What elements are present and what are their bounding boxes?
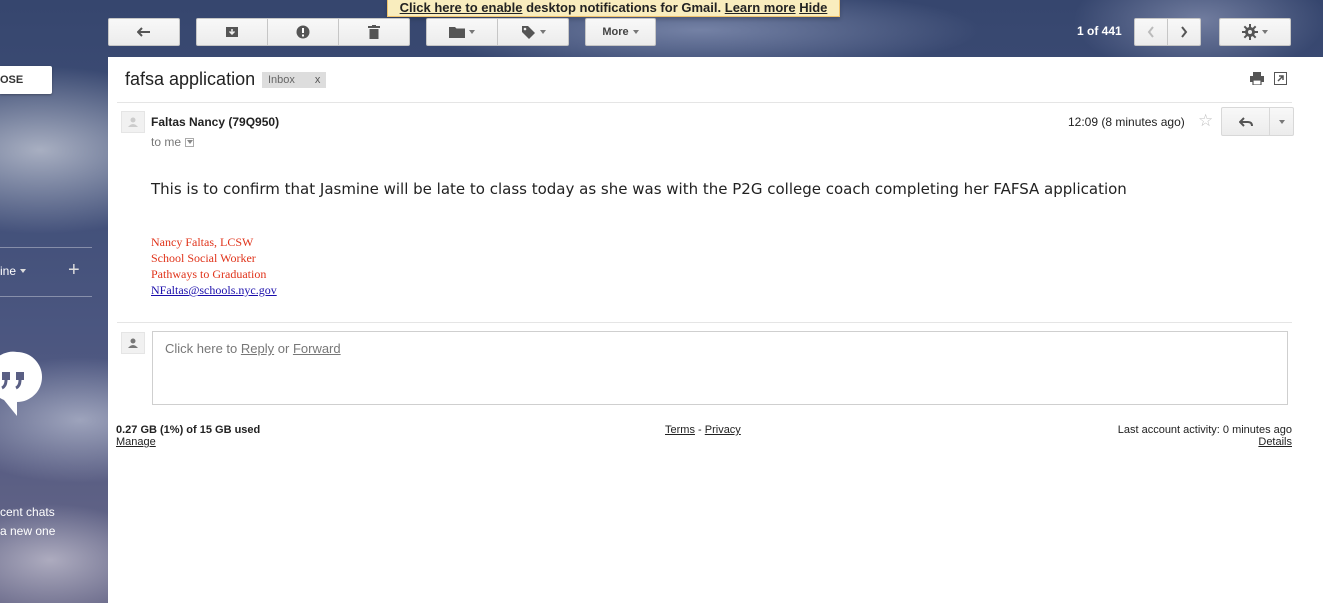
chevron-right-icon <box>1181 26 1188 38</box>
email-signature: Nancy Faltas, LCSW School Social Worker … <box>151 234 277 298</box>
signature-name: Nancy Faltas, LCSW <box>151 235 254 249</box>
account-activity: Last account activity: 0 minutes ago Det… <box>1118 424 1292 448</box>
labels-button[interactable] <box>497 18 569 46</box>
compose-label: OSE <box>0 74 24 86</box>
show-details-button[interactable] <box>185 137 195 147</box>
message-panel: fafsa application Inbox x Faltas Nancy (… <box>108 57 1323 603</box>
terms-link[interactable]: Terms <box>665 424 695 436</box>
notification-bar: Click here to enable desktop notificatio… <box>387 0 840 17</box>
organize-button-group <box>426 18 569 46</box>
report-spam-button[interactable] <box>267 18 339 46</box>
print-icon[interactable] <box>1250 72 1264 85</box>
privacy-link[interactable]: Privacy <box>705 424 741 436</box>
notification-text: desktop notifications for Gmail. <box>526 0 722 15</box>
star-icon[interactable]: ☆ <box>1198 111 1213 131</box>
new-window-icon[interactable] <box>1274 72 1287 85</box>
reply-divider <box>117 322 1292 323</box>
reply-button-group <box>1221 107 1294 136</box>
move-to-button[interactable] <box>426 18 498 46</box>
more-button-label: More <box>602 26 629 38</box>
recent-chats-text: cent chats <box>0 505 55 519</box>
storage-usage: 0.27 GB (1%) of 15 GB used <box>116 424 261 436</box>
reply-link[interactable]: Reply <box>241 341 274 356</box>
delete-button[interactable] <box>338 18 410 46</box>
footer-links: Terms - Privacy <box>665 424 741 436</box>
label-tag-icon <box>521 26 535 39</box>
forward-link[interactable]: Forward <box>293 341 341 356</box>
more-button[interactable]: More <box>585 18 656 46</box>
my-avatar <box>121 332 145 354</box>
reply-icon <box>1238 116 1253 127</box>
sender-avatar[interactable] <box>121 111 145 133</box>
archive-icon <box>226 27 238 37</box>
chevron-down-icon <box>1278 119 1285 124</box>
reply-button[interactable] <box>1221 107 1270 136</box>
signature-email-link[interactable]: NFaltas@schools.nyc.gov <box>151 283 277 297</box>
signature-program: Pathways to Graduation <box>151 267 267 281</box>
chevron-down-icon <box>632 30 639 34</box>
gear-icon <box>1242 24 1258 40</box>
pager-count: 1 of 441 <box>1077 24 1122 38</box>
learn-more-link[interactable]: Learn more <box>725 0 796 15</box>
sender-name[interactable]: Faltas Nancy (79Q950) <box>151 115 279 129</box>
sidebar-divider <box>0 247 92 248</box>
archive-button[interactable] <box>196 18 268 46</box>
footer-separator: - <box>698 424 702 436</box>
start-new-chat-text: a new one <box>0 524 56 538</box>
header-divider <box>117 102 1292 103</box>
newer-button[interactable] <box>1134 18 1168 46</box>
message-timestamp: 12:09 (8 minutes ago) <box>1068 115 1185 129</box>
chevron-down-icon <box>20 269 27 273</box>
person-icon <box>128 338 138 348</box>
reply-prompt-prefix: Click here to <box>165 341 238 356</box>
email-subject: fafsa application <box>125 69 256 89</box>
compose-button[interactable]: OSE <box>0 66 52 94</box>
trash-icon <box>368 25 380 39</box>
chevron-down-icon <box>186 140 193 144</box>
inbox-label-chip: Inbox x <box>262 72 327 88</box>
quick-reply-box[interactable]: Click here to Reply or Forward <box>152 331 1288 405</box>
folder-icon <box>449 27 465 38</box>
spam-icon <box>296 25 310 39</box>
account-label: ine <box>0 264 17 278</box>
chevron-down-icon <box>539 30 546 34</box>
last-activity-text: Last account activity: 0 minutes ago <box>1117 424 1292 436</box>
inbox-label-text[interactable]: Inbox <box>268 72 295 88</box>
remove-label-button[interactable]: x <box>315 72 321 88</box>
older-button[interactable] <box>1167 18 1201 46</box>
sidebar-divider <box>0 296 92 297</box>
hangouts-icon[interactable] <box>0 350 44 418</box>
action-button-group <box>196 18 410 46</box>
hide-notification-link[interactable]: Hide <box>799 0 827 15</box>
chevron-down-icon <box>1262 30 1268 34</box>
add-icon[interactable]: + <box>68 259 80 282</box>
reply-or-text: or <box>277 341 290 356</box>
pager-nav-group <box>1134 18 1201 46</box>
account-switcher[interactable]: ine <box>0 264 27 278</box>
settings-button[interactable] <box>1219 18 1291 46</box>
signature-title: School Social Worker <box>151 251 256 265</box>
back-arrow-icon <box>137 27 150 37</box>
person-icon <box>128 117 138 127</box>
storage-info: 0.27 GB (1%) of 15 GB used Manage <box>116 424 260 448</box>
email-body: This is to confirm that Jasmine will be … <box>151 180 1127 198</box>
more-reply-options-button[interactable] <box>1270 107 1294 136</box>
recipient-line: to me <box>151 135 195 149</box>
back-button[interactable] <box>108 18 180 46</box>
activity-details-link[interactable]: Details <box>1258 436 1292 448</box>
chevron-left-icon <box>1147 26 1154 38</box>
enable-notifications-link[interactable]: Click here to enable <box>400 0 523 15</box>
chevron-down-icon <box>469 30 475 34</box>
recipient-text: to me <box>151 135 182 149</box>
manage-storage-link[interactable]: Manage <box>116 436 156 448</box>
